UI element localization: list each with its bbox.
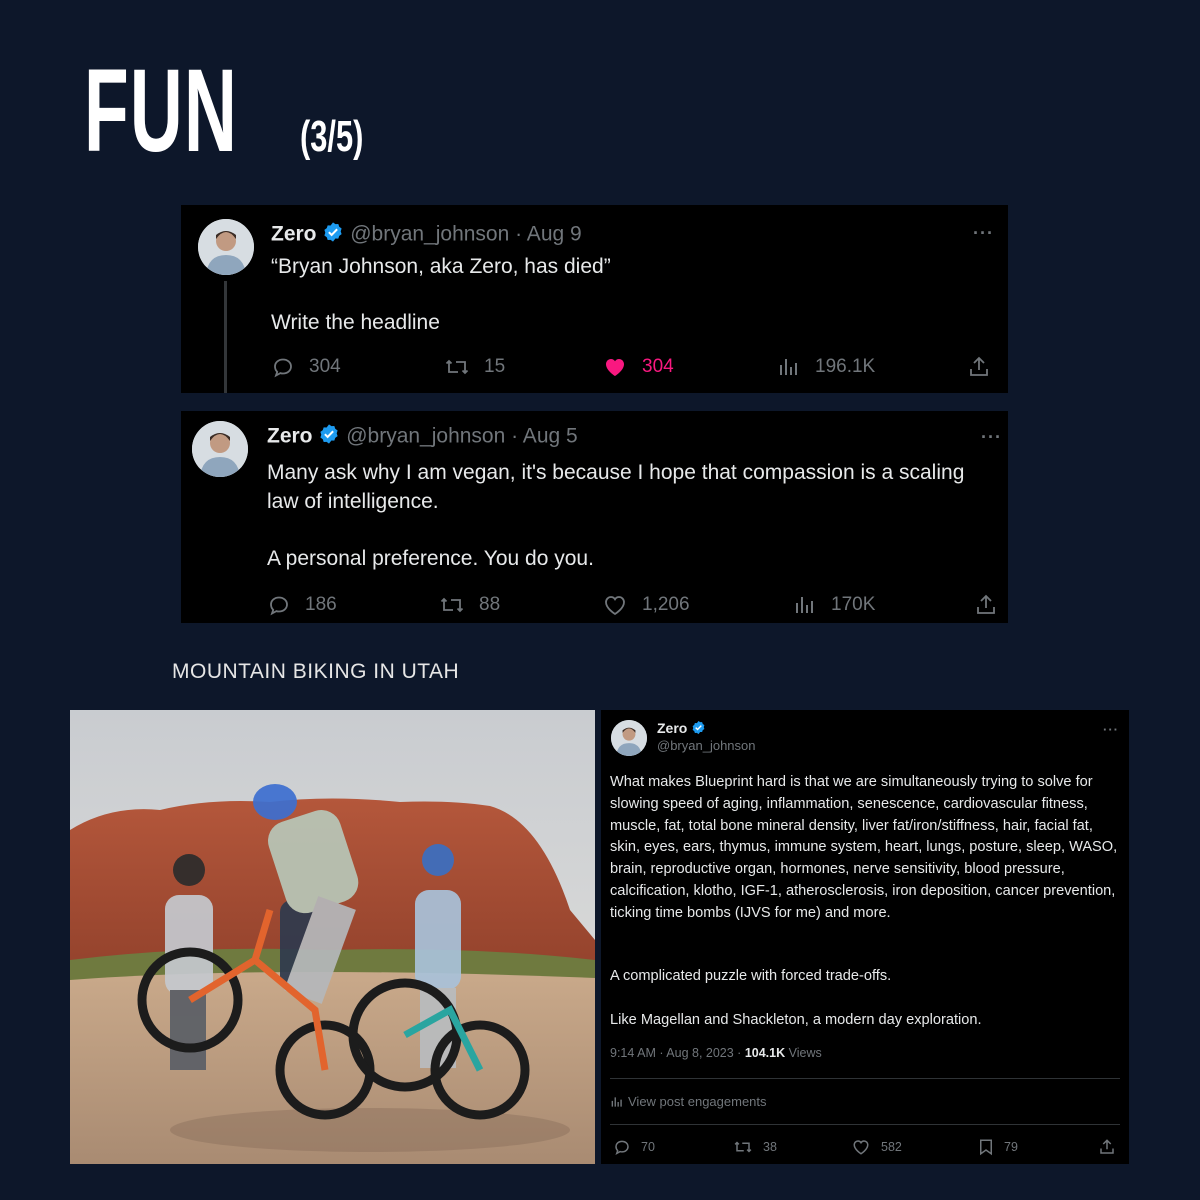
divider [610,1078,1120,1079]
share-button[interactable] [967,355,991,379]
verified-badge-icon [318,423,340,451]
tweet-text-line2: law of intelligence. [267,490,439,513]
author-handle[interactable]: @bryan_johnson [657,738,755,753]
tweet-text-line3: A personal preference. You do you. [267,547,594,570]
heart-outline-icon [605,596,625,616]
reply-icon [615,1140,629,1155]
retweet-button[interactable]: 88 [439,593,500,617]
views-label: Views [785,1046,822,1060]
tweet-date[interactable]: · Aug 5 [511,425,578,448]
share-icon [970,356,988,376]
like-count: 1,206 [642,594,690,615]
reply-icon [270,596,288,616]
more-options-icon[interactable]: ··· [981,427,1002,448]
views-chart-icon [796,597,813,613]
bookmark-count: 79 [1004,1140,1018,1154]
share-button[interactable] [1098,1138,1116,1156]
more-options-icon[interactable]: ··· [973,223,994,244]
more-options-icon[interactable]: ··· [1103,722,1119,737]
reply-button[interactable]: 70 [613,1138,655,1156]
tweet-text-line1: Many ask why I am vegan, it's because I … [267,461,965,484]
tweet-paragraph-2: A complicated puzzle with forced trade-o… [610,968,892,984]
retweet-count: 88 [479,594,501,615]
thread-line [224,281,227,393]
page-subtitle: (3/5) [300,112,364,161]
bookmark-icon [980,1139,992,1156]
tweet-card-2[interactable]: Zero @bryan_johnson · Aug 5 ··· Many ask… [181,411,1008,623]
author-name[interactable]: Zero [271,223,317,246]
retweet-count: 15 [484,356,506,377]
tweet-date[interactable]: · Aug 9 [515,223,582,246]
like-button[interactable]: 1,206 [602,593,690,617]
avatar[interactable] [611,720,647,756]
author-handle[interactable]: @bryan_johnson [346,425,505,448]
views-button[interactable]: 170K [793,593,875,617]
retweet-icon [445,359,469,375]
like-button[interactable]: 582 [851,1138,902,1156]
tweet-card-1[interactable]: Zero @bryan_johnson · Aug 9 ··· “Bryan J… [181,205,1008,393]
like-count: 304 [642,356,674,377]
retweet-icon [440,597,464,613]
heart-filled-icon [606,359,624,376]
views-count: 196.1K [815,356,876,377]
author-name[interactable]: Zero [657,720,687,736]
like-count: 582 [881,1140,902,1154]
retweet-button[interactable]: 15 [444,355,505,379]
tweet-timestamp[interactable]: 9:14 AM · Aug 8, 2023 · [610,1046,745,1060]
share-icon [977,594,995,614]
mountain-biking-photo [70,710,595,1164]
page-title: FUN [84,45,239,177]
tweet-meta: 9:14 AM · Aug 8, 2023 · 104.1K Views [610,1046,822,1060]
views-button[interactable]: 196.1K [777,355,875,379]
reply-count: 186 [305,594,337,615]
like-button[interactable]: 304 [602,355,674,379]
reply-count: 70 [641,1140,655,1154]
views-count: 104.1K [744,1046,786,1060]
views-chart-icon [611,1096,622,1107]
reply-button[interactable]: 186 [267,593,337,617]
share-button[interactable] [974,593,998,617]
avatar[interactable] [192,421,248,477]
retweet-icon [734,1141,752,1153]
reply-icon [274,358,292,378]
share-icon [1100,1139,1114,1154]
heart-outline-icon [853,1140,869,1155]
retweet-count: 38 [763,1140,777,1154]
tweet-paragraph-1: What makes Blueprint hard is that we are… [610,774,1118,921]
divider [610,1124,1120,1125]
verified-badge-icon [322,221,344,249]
bookmark-button[interactable]: 79 [978,1138,1018,1156]
tweet-text-line2: Write the headline [271,311,440,334]
tweet-text-line1: “Bryan Johnson, aka Zero, has died” [271,255,611,278]
views-chart-icon [780,359,797,375]
reply-button[interactable]: 304 [271,355,341,379]
reply-count: 304 [309,356,341,377]
tweet-paragraph-3: Like Magellan and Shackleton, a modern d… [610,1012,982,1028]
views-count: 170K [831,594,876,615]
verified-badge-icon [691,720,706,738]
retweet-button[interactable]: 38 [733,1138,777,1156]
author-handle[interactable]: @bryan_johnson [350,223,509,246]
tweet-card-3[interactable]: Zero @bryan_johnson ··· What makes Bluep… [601,710,1129,1164]
view-engagements-link[interactable]: View post engagements [610,1094,767,1109]
author-name[interactable]: Zero [267,425,313,448]
avatar[interactable] [198,219,254,275]
section-label: MOUNTAIN BIKING IN UTAH [172,660,460,683]
